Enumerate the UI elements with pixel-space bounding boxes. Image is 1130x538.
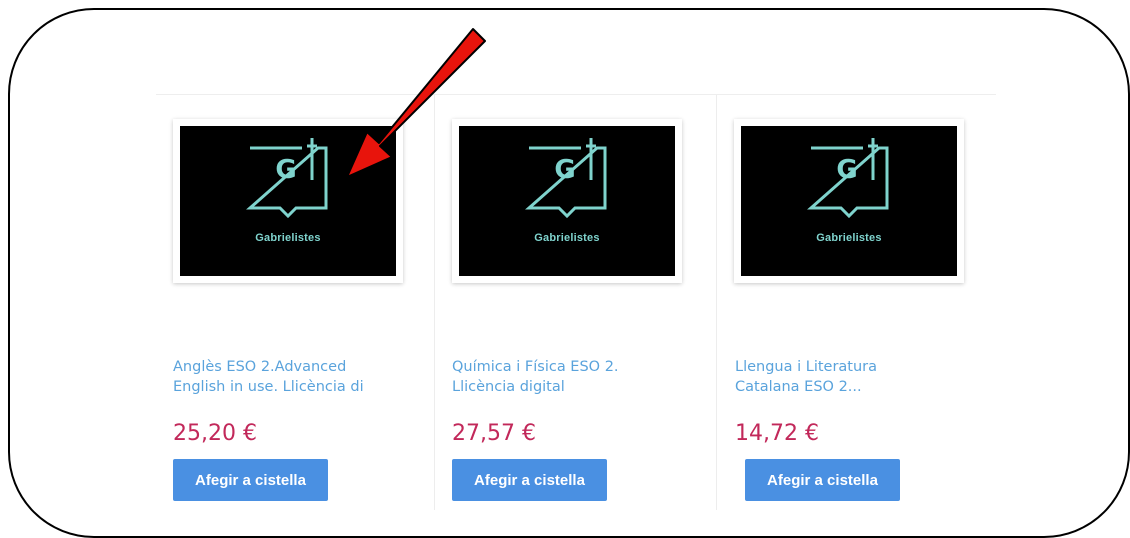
add-to-cart-button[interactable]: Afegir a cistella bbox=[173, 459, 328, 501]
svg-text:G: G bbox=[836, 155, 857, 185]
image-caption: Gabrielistes bbox=[255, 232, 321, 244]
product-price: 27,57 € bbox=[452, 421, 536, 446]
product-image[interactable]: G Gabrielistes bbox=[734, 119, 964, 283]
svg-text:G: G bbox=[554, 155, 575, 185]
product-title-link[interactable]: Química i Física ESO 2. Llicència digita… bbox=[452, 357, 692, 397]
product-title-link[interactable]: Anglès ESO 2.Advanced English in use. Ll… bbox=[173, 357, 413, 397]
product-grid: G Gabrielistes Anglès ESO 2.Advanced Eng… bbox=[156, 94, 996, 510]
red-arrow-icon bbox=[346, 28, 486, 178]
image-caption: Gabrielistes bbox=[816, 232, 882, 244]
gabrielistes-logo-icon: G bbox=[246, 138, 328, 219]
image-caption: Gabrielistes bbox=[534, 232, 600, 244]
gabrielistes-logo-icon: G bbox=[807, 138, 889, 219]
product-card: G Gabrielistes Llengua i Literatura Cata… bbox=[716, 95, 1000, 510]
product-price: 14,72 € bbox=[735, 421, 819, 446]
svg-text:G: G bbox=[275, 155, 296, 185]
gabrielistes-logo-icon: G bbox=[525, 138, 607, 219]
product-title-link[interactable]: Llengua i Literatura Catalana ESO 2... bbox=[735, 357, 975, 397]
add-to-cart-button[interactable]: Afegir a cistella bbox=[745, 459, 900, 501]
add-to-cart-button[interactable]: Afegir a cistella bbox=[452, 459, 607, 501]
product-price: 25,20 € bbox=[173, 421, 257, 446]
